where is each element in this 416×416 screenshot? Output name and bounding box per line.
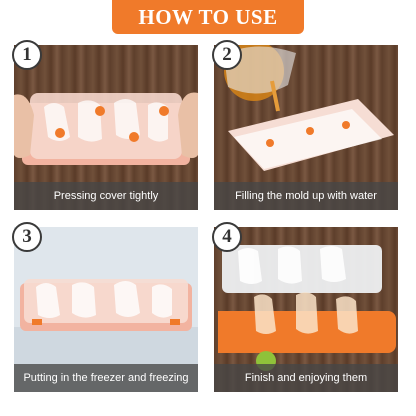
step-1-number: 1 xyxy=(22,44,32,65)
step-4-caption-bar: Finish and enjoying them xyxy=(214,364,398,392)
step-3-number-badge: 3 xyxy=(12,222,42,252)
step-4-number-badge: 4 xyxy=(212,222,242,252)
step-3-caption: Putting in the freezer and freezing xyxy=(23,372,189,384)
step-3-caption-bar: Putting in the freezer and freezing xyxy=(14,364,198,392)
step-1-caption-bar: Pressing cover tightly xyxy=(14,182,198,210)
step-2-caption-bar: Filling the mold up with water xyxy=(214,182,398,210)
step-3-panel: Putting in the freezer and freezing xyxy=(14,227,198,392)
step-2-caption: Filling the mold up with water xyxy=(235,190,377,202)
step-1-panel: Pressing cover tightly xyxy=(14,45,198,210)
step-1-number-badge: 1 xyxy=(12,40,42,70)
step-2-number-badge: 2 xyxy=(212,40,242,70)
step-4-caption: Finish and enjoying them xyxy=(244,372,368,384)
step-2-panel: Filling the mold up with water xyxy=(214,45,398,210)
step-2-number: 2 xyxy=(222,44,232,65)
step-4-panel: Finish and enjoying them xyxy=(214,227,398,392)
title-banner: HOW TO USE xyxy=(112,0,304,34)
step-4-number: 4 xyxy=(222,226,232,247)
banner-title: HOW TO USE xyxy=(138,4,278,29)
step-3-number: 3 xyxy=(22,226,32,247)
step-1-caption: Pressing cover tightly xyxy=(53,190,159,202)
